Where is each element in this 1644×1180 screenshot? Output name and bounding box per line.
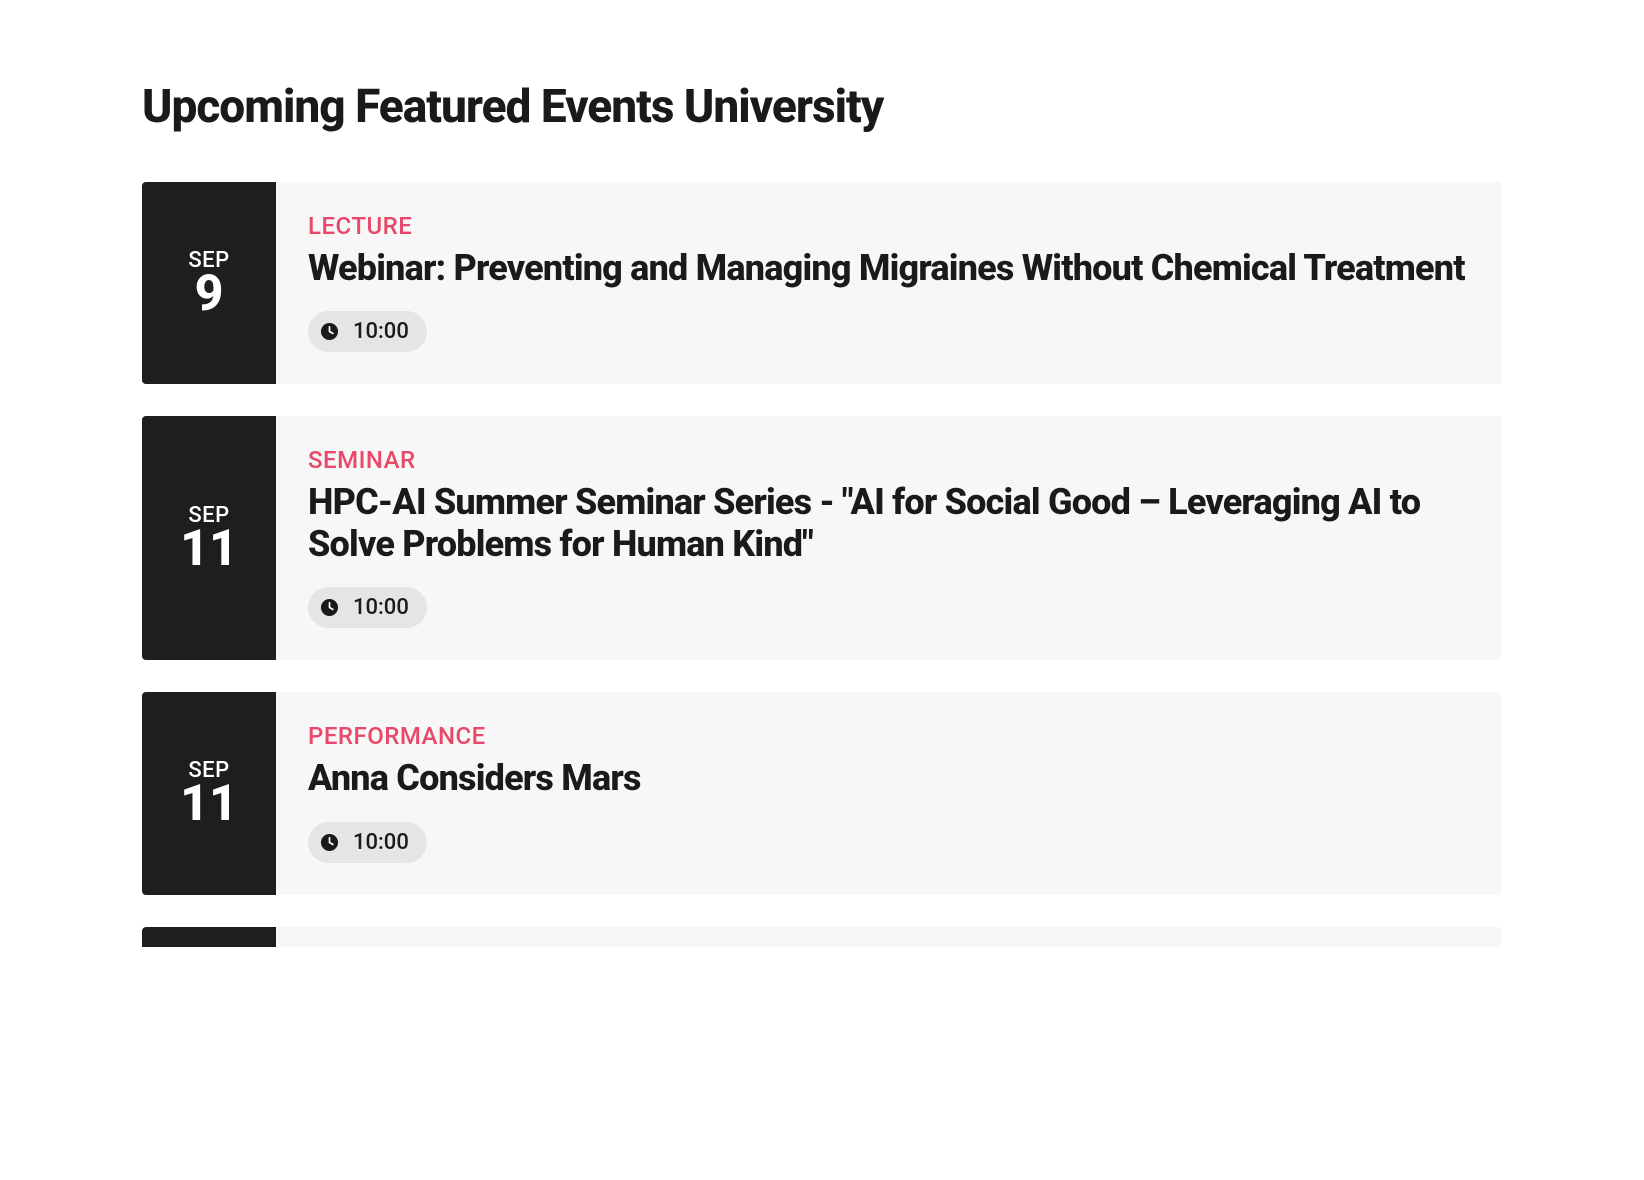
- event-category: SEMINAR: [308, 446, 1470, 474]
- event-category: LECTURE: [308, 212, 1470, 240]
- events-list: SEP 9 LECTURE Webinar: Preventing and Ma…: [142, 182, 1502, 947]
- event-content: LECTURE Webinar: Preventing and Managing…: [276, 182, 1502, 384]
- date-day: 9: [195, 269, 224, 319]
- event-content: PERFORMANCE Anna Considers Mars 10:00: [276, 692, 1502, 894]
- time-text: 10:00: [353, 595, 409, 620]
- page-title: Upcoming Featured Events University: [142, 80, 1502, 134]
- date-block: SEP 9: [142, 182, 276, 384]
- event-card[interactable]: SEP 11 PERFORMANCE Anna Considers Mars 1…: [142, 692, 1502, 894]
- event-title: HPC-AI Summer Seminar Series - "AI for S…: [308, 482, 1470, 565]
- time-text: 10:00: [353, 319, 409, 344]
- clock-icon: [320, 598, 339, 617]
- clock-icon: [320, 322, 339, 341]
- event-card[interactable]: SEP 9 LECTURE Webinar: Preventing and Ma…: [142, 182, 1502, 384]
- clock-icon: [320, 833, 339, 852]
- event-title: Webinar: Preventing and Managing Migrain…: [308, 248, 1470, 289]
- event-card[interactable]: SEP 11 SEMINAR HPC-AI Summer Seminar Ser…: [142, 416, 1502, 660]
- event-category: PERFORMANCE: [308, 722, 1470, 750]
- date-block: SEP 11: [142, 692, 276, 894]
- time-pill: 10:00: [308, 311, 427, 352]
- date-block: SEP 11: [142, 416, 276, 660]
- event-card-partial: [142, 927, 1502, 947]
- date-day: 11: [180, 524, 238, 574]
- time-pill: 10:00: [308, 587, 427, 628]
- time-text: 10:00: [353, 830, 409, 855]
- event-content: SEMINAR HPC-AI Summer Seminar Series - "…: [276, 416, 1502, 660]
- time-pill: 10:00: [308, 822, 427, 863]
- date-block-partial: [142, 927, 276, 947]
- event-title: Anna Considers Mars: [308, 758, 1470, 799]
- date-day: 11: [180, 779, 238, 829]
